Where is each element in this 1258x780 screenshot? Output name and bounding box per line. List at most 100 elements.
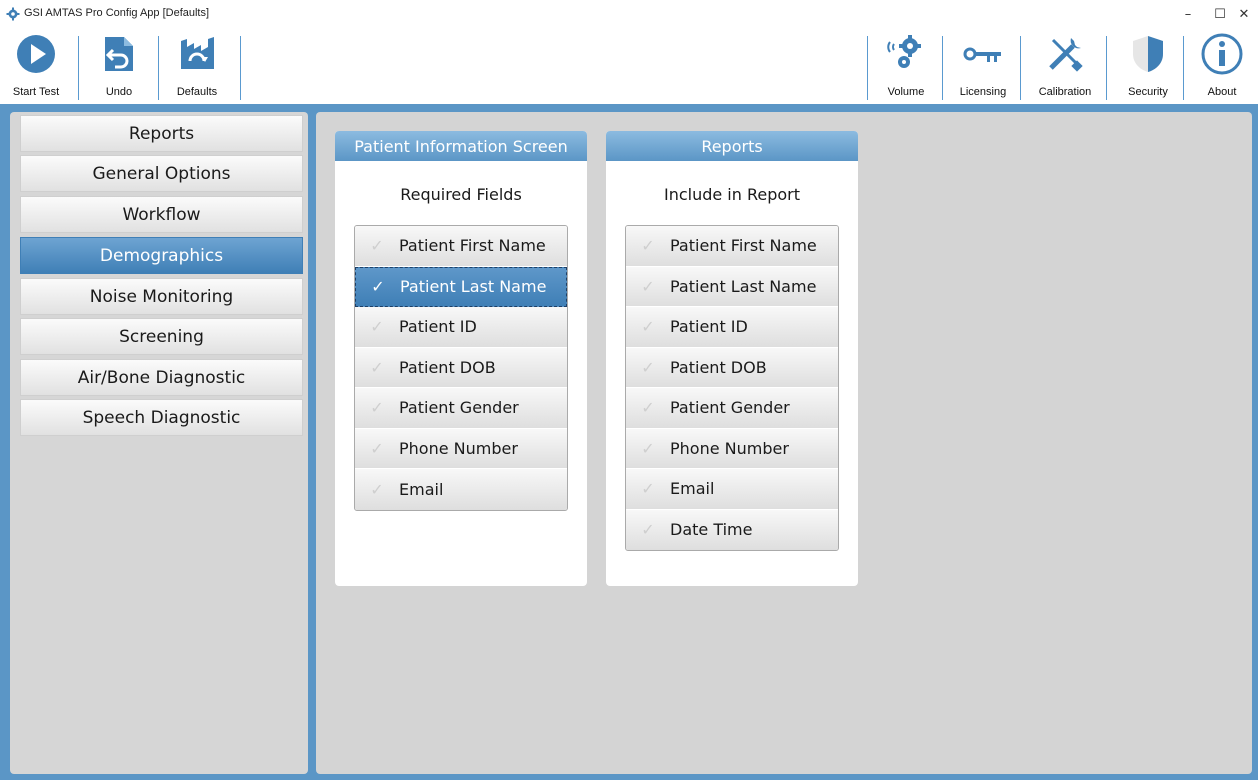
check-icon: ✓ (370, 398, 384, 418)
defaults-label: Defaults (176, 86, 218, 98)
licensing-label: Licensing (959, 86, 1007, 98)
list-item-label: Phone Number (670, 438, 789, 458)
content-area: Patient Information Screen Required Fiel… (316, 112, 1252, 774)
window-title: GSI AMTAS Pro Config App [Defaults] (24, 7, 210, 19)
volume-button[interactable]: Volume (878, 28, 934, 102)
check-icon: ✓ (641, 236, 655, 256)
toolbar: Start Test Undo Defaults Volume Licensin… (0, 28, 1258, 102)
sidebar-item-noise-monitoring[interactable]: Noise Monitoring (20, 278, 303, 315)
check-icon: ✓ (370, 317, 384, 337)
toolbar-divider (240, 36, 241, 100)
list-item-label: Patient ID (399, 317, 477, 337)
panel-subtitle: Required Fields (400, 185, 522, 204)
calibration-label: Calibration (1038, 86, 1092, 98)
sidebar-item-demographics[interactable]: Demographics (20, 237, 303, 274)
check-icon: ✓ (641, 479, 655, 499)
list-item[interactable]: ✓ Patient ID (355, 307, 567, 348)
list-item-label: Email (670, 479, 715, 499)
toolbar-divider (1020, 36, 1021, 100)
list-item[interactable]: ✓ Patient First Name (355, 226, 567, 267)
play-icon (14, 32, 58, 76)
minimize-button[interactable]: – (1172, 0, 1204, 28)
key-icon (961, 32, 1005, 76)
list-item[interactable]: ✓ Patient ID (626, 307, 838, 348)
list-item[interactable]: ✓ Patient DOB (355, 347, 567, 388)
list-item-label: Patient DOB (399, 357, 496, 377)
calibration-button[interactable]: Calibration (1030, 28, 1100, 102)
close-button[interactable]: ✕ (1228, 0, 1258, 28)
list-item[interactable]: ✓ Patient First Name (626, 226, 838, 267)
check-icon: ✓ (641, 438, 655, 458)
list-item[interactable]: ✓ Email (355, 469, 567, 510)
list-item-label: Patient First Name (670, 236, 817, 256)
check-icon: ✓ (370, 479, 384, 499)
list-item[interactable]: ✓ Patient Gender (355, 388, 567, 429)
reports-panel: Reports Include in Report ✓ Patient First… (606, 131, 858, 586)
security-label: Security (1128, 86, 1168, 98)
toolbar-divider (78, 36, 79, 100)
required-fields-list: ✓ Patient First Name ✓ Patient Last Name ✓… (354, 225, 568, 511)
licensing-button[interactable]: Licensing (950, 28, 1016, 102)
about-label: About (1207, 86, 1237, 98)
panel-subtitle: Include in Report (663, 185, 801, 204)
list-item[interactable]: ✓ Patient Gender (626, 388, 838, 429)
sidebar-item-screening[interactable]: Screening (20, 318, 303, 355)
volume-gear-icon (884, 32, 928, 76)
list-item-label: Patient Gender (399, 398, 519, 418)
panel-title: Reports (606, 131, 858, 161)
undo-button[interactable]: Undo (94, 28, 144, 102)
info-icon (1200, 32, 1244, 76)
title-bar: GSI AMTAS Pro Config App [Defaults] – ☐ … (0, 0, 1258, 28)
sidebar: Reports General Options Workflow Demogra… (10, 112, 308, 774)
check-icon: ✓ (641, 520, 655, 540)
list-item[interactable]: ✓ Patient Last Name (626, 266, 838, 307)
list-item[interactable]: ✓ Patient Last Name (355, 266, 567, 307)
security-button[interactable]: Security (1118, 28, 1178, 102)
toolbar-divider (158, 36, 159, 100)
include-in-report-list: ✓ Patient First Name ✓ Patient Last Name ✓… (625, 225, 839, 551)
list-item-label: Date Time (670, 520, 753, 540)
start-test-button[interactable]: Start Test (6, 28, 66, 102)
volume-label: Volume (887, 86, 925, 98)
toolbar-divider (942, 36, 943, 100)
list-item[interactable]: ✓ Patient DOB (626, 347, 838, 388)
sidebar-item-reports[interactable]: Reports (20, 115, 303, 152)
main-area: Reports General Options Workflow Demogra… (0, 104, 1258, 780)
check-icon: ✓ (370, 438, 384, 458)
shield-icon (1126, 32, 1170, 76)
list-item[interactable]: ✓ Date Time (626, 509, 838, 550)
factory-reset-icon (175, 32, 219, 76)
toolbar-divider (1183, 36, 1184, 100)
app-gear-icon (6, 7, 20, 21)
list-item[interactable]: ✓ Phone Number (626, 428, 838, 469)
undo-icon (97, 32, 141, 76)
patient-information-panel: Patient Information Screen Required Fiel… (335, 131, 587, 586)
tools-icon (1043, 32, 1087, 76)
check-icon: ✓ (371, 277, 385, 297)
sidebar-item-speech-diagnostic[interactable]: Speech Diagnostic (20, 399, 303, 436)
sidebar-item-general-options[interactable]: General Options (20, 155, 303, 192)
toolbar-divider (1106, 36, 1107, 100)
start-test-label: Start Test (12, 86, 60, 98)
panel-title: Patient Information Screen (335, 131, 587, 161)
check-icon: ✓ (641, 276, 655, 296)
undo-label: Undo (105, 86, 133, 98)
list-item-label: Patient DOB (670, 357, 767, 377)
defaults-button[interactable]: Defaults (168, 28, 226, 102)
list-item-label: Patient Last Name (670, 276, 817, 296)
sidebar-item-air-bone-diagnostic[interactable]: Air/Bone Diagnostic (20, 359, 303, 396)
list-item-label: Phone Number (399, 438, 518, 458)
list-item-label: Patient Gender (670, 398, 790, 418)
check-icon: ✓ (370, 236, 384, 256)
check-icon: ✓ (641, 317, 655, 337)
list-item[interactable]: ✓ Phone Number (355, 428, 567, 469)
list-item[interactable]: ✓ Email (626, 469, 838, 510)
toolbar-divider (867, 36, 868, 100)
about-button[interactable]: About (1194, 28, 1250, 102)
check-icon: ✓ (370, 357, 384, 377)
check-icon: ✓ (641, 357, 655, 377)
list-item-label: Patient ID (670, 317, 748, 337)
list-item-label: Email (399, 479, 444, 499)
list-item-label: Patient First Name (399, 236, 546, 256)
sidebar-item-workflow[interactable]: Workflow (20, 196, 303, 233)
